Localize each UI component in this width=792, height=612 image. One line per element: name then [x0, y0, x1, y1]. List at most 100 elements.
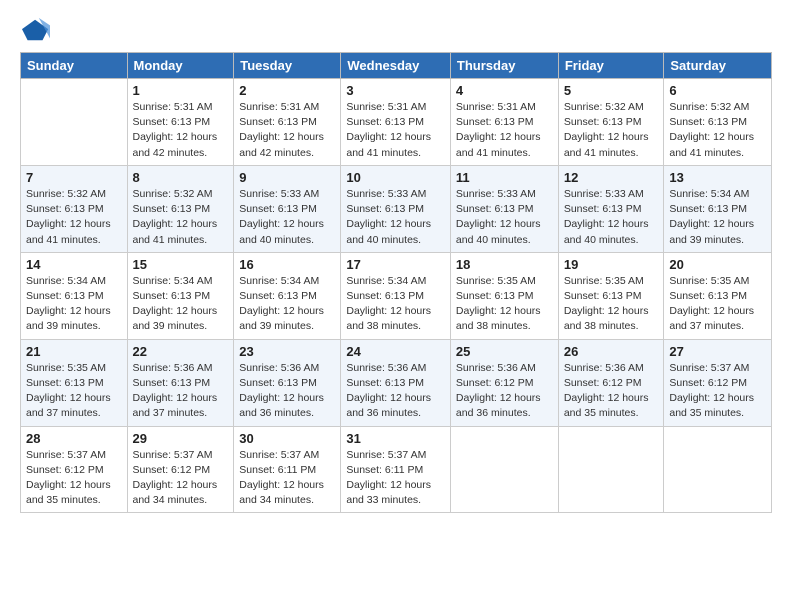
day-info: Sunrise: 5:34 AMSunset: 6:13 PMDaylight:… — [239, 274, 335, 335]
day-info: Sunrise: 5:32 AMSunset: 6:13 PMDaylight:… — [564, 100, 659, 161]
logo — [20, 16, 50, 44]
calendar-cell: 1 Sunrise: 5:31 AMSunset: 6:13 PMDaylight… — [127, 79, 234, 166]
calendar-cell — [450, 426, 558, 513]
day-number: 15 — [133, 257, 229, 272]
day-info: Sunrise: 5:36 AMSunset: 6:13 PMDaylight:… — [346, 361, 445, 422]
day-info: Sunrise: 5:34 AMSunset: 6:13 PMDaylight:… — [133, 274, 229, 335]
day-info: Sunrise: 5:32 AMSunset: 6:13 PMDaylight:… — [669, 100, 766, 161]
calendar-cell: 16 Sunrise: 5:34 AMSunset: 6:13 PMDayligh… — [234, 252, 341, 339]
day-info: Sunrise: 5:33 AMSunset: 6:13 PMDaylight:… — [564, 187, 659, 248]
calendar-cell: 24 Sunrise: 5:36 AMSunset: 6:13 PMDayligh… — [341, 339, 451, 426]
calendar-cell: 18 Sunrise: 5:35 AMSunset: 6:13 PMDayligh… — [450, 252, 558, 339]
calendar-cell: 7Sunrise: 5:32 AMSunset: 6:13 PMDaylight… — [21, 165, 128, 252]
day-number: 2 — [239, 83, 335, 98]
day-number: 29 — [133, 431, 229, 446]
day-number: 23 — [239, 344, 335, 359]
calendar-cell — [664, 426, 772, 513]
calendar-week-row: 1 Sunrise: 5:31 AMSunset: 6:13 PMDaylight… — [21, 79, 772, 166]
day-number: 13 — [669, 170, 766, 185]
day-info: Sunrise: 5:36 AMSunset: 6:13 PMDaylight:… — [133, 361, 229, 422]
calendar-cell: 20Sunrise: 5:35 AMSunset: 6:13 PMDayligh… — [664, 252, 772, 339]
day-info: Sunrise: 5:34 AMSunset: 6:13 PMDaylight:… — [346, 274, 445, 335]
calendar-cell: 23 Sunrise: 5:36 AMSunset: 6:13 PMDayligh… — [234, 339, 341, 426]
calendar-table: SundayMondayTuesdayWednesdayThursdayFrid… — [20, 52, 772, 513]
day-info: Sunrise: 5:36 AMSunset: 6:12 PMDaylight:… — [564, 361, 659, 422]
calendar-header-row: SundayMondayTuesdayWednesdayThursdayFrid… — [21, 53, 772, 79]
header-saturday: Saturday — [664, 53, 772, 79]
day-info: Sunrise: 5:34 AMSunset: 6:13 PMDaylight:… — [669, 187, 766, 248]
day-number: 24 — [346, 344, 445, 359]
day-number: 4 — [456, 83, 553, 98]
day-info: Sunrise: 5:31 AMSunset: 6:13 PMDaylight:… — [239, 100, 335, 161]
day-number: 30 — [239, 431, 335, 446]
day-info: Sunrise: 5:32 AMSunset: 6:13 PMDaylight:… — [133, 187, 229, 248]
calendar-cell: 11 Sunrise: 5:33 AMSunset: 6:13 PMDayligh… — [450, 165, 558, 252]
day-number: 11 — [456, 170, 553, 185]
calendar-cell: 26 Sunrise: 5:36 AMSunset: 6:12 PMDayligh… — [558, 339, 664, 426]
day-number: 3 — [346, 83, 445, 98]
day-info: Sunrise: 5:36 AMSunset: 6:13 PMDaylight:… — [239, 361, 335, 422]
calendar-cell: 21 Sunrise: 5:35 AMSunset: 6:13 PMDayligh… — [21, 339, 128, 426]
calendar-cell — [558, 426, 664, 513]
day-info: Sunrise: 5:31 AMSunset: 6:13 PMDaylight:… — [346, 100, 445, 161]
day-number: 16 — [239, 257, 335, 272]
day-number: 25 — [456, 344, 553, 359]
day-info: Sunrise: 5:33 AMSunset: 6:13 PMDaylight:… — [239, 187, 335, 248]
day-info: Sunrise: 5:35 AMSunset: 6:13 PMDaylight:… — [456, 274, 553, 335]
day-number: 17 — [346, 257, 445, 272]
day-number: 28 — [26, 431, 122, 446]
day-info: Sunrise: 5:31 AMSunset: 6:13 PMDaylight:… — [133, 100, 229, 161]
calendar-cell: 12 Sunrise: 5:33 AMSunset: 6:13 PMDayligh… — [558, 165, 664, 252]
calendar-cell: 22Sunrise: 5:36 AMSunset: 6:13 PMDayligh… — [127, 339, 234, 426]
day-number: 5 — [564, 83, 659, 98]
day-info: Sunrise: 5:32 AMSunset: 6:13 PMDaylight:… — [26, 187, 122, 248]
day-number: 19 — [564, 257, 659, 272]
calendar-cell: 6 Sunrise: 5:32 AMSunset: 6:13 PMDaylight… — [664, 79, 772, 166]
day-info: Sunrise: 5:34 AMSunset: 6:13 PMDaylight:… — [26, 274, 122, 335]
day-info: Sunrise: 5:35 AMSunset: 6:13 PMDaylight:… — [26, 361, 122, 422]
day-info: Sunrise: 5:37 AMSunset: 6:12 PMDaylight:… — [26, 448, 122, 509]
day-number: 14 — [26, 257, 122, 272]
page-header — [20, 16, 772, 44]
day-info: Sunrise: 5:37 AMSunset: 6:12 PMDaylight:… — [669, 361, 766, 422]
calendar-cell: 30 Sunrise: 5:37 AMSunset: 6:11 PMDayligh… — [234, 426, 341, 513]
calendar-cell: 9Sunrise: 5:33 AMSunset: 6:13 PMDaylight… — [234, 165, 341, 252]
calendar-cell: 14 Sunrise: 5:34 AMSunset: 6:13 PMDayligh… — [21, 252, 128, 339]
calendar-cell: 8 Sunrise: 5:32 AMSunset: 6:13 PMDaylight… — [127, 165, 234, 252]
page-wrapper: SundayMondayTuesdayWednesdayThursdayFrid… — [20, 16, 772, 513]
calendar-week-row: 7Sunrise: 5:32 AMSunset: 6:13 PMDaylight… — [21, 165, 772, 252]
day-info: Sunrise: 5:33 AMSunset: 6:13 PMDaylight:… — [346, 187, 445, 248]
calendar-week-row: 21 Sunrise: 5:35 AMSunset: 6:13 PMDayligh… — [21, 339, 772, 426]
day-number: 12 — [564, 170, 659, 185]
calendar-cell: 29 Sunrise: 5:37 AMSunset: 6:12 PMDayligh… — [127, 426, 234, 513]
calendar-cell: 4Sunrise: 5:31 AMSunset: 6:13 PMDaylight… — [450, 79, 558, 166]
logo-icon — [22, 16, 50, 44]
day-info: Sunrise: 5:35 AMSunset: 6:13 PMDaylight:… — [564, 274, 659, 335]
day-number: 8 — [133, 170, 229, 185]
day-number: 1 — [133, 83, 229, 98]
day-number: 6 — [669, 83, 766, 98]
day-info: Sunrise: 5:36 AMSunset: 6:12 PMDaylight:… — [456, 361, 553, 422]
day-number: 18 — [456, 257, 553, 272]
header-monday: Monday — [127, 53, 234, 79]
header-sunday: Sunday — [21, 53, 128, 79]
calendar-cell: 2 Sunrise: 5:31 AMSunset: 6:13 PMDaylight… — [234, 79, 341, 166]
day-info: Sunrise: 5:33 AMSunset: 6:13 PMDaylight:… — [456, 187, 553, 248]
day-number: 27 — [669, 344, 766, 359]
day-number: 21 — [26, 344, 122, 359]
calendar-week-row: 28 Sunrise: 5:37 AMSunset: 6:12 PMDayligh… — [21, 426, 772, 513]
day-info: Sunrise: 5:37 AMSunset: 6:11 PMDaylight:… — [239, 448, 335, 509]
calendar-cell: 27 Sunrise: 5:37 AMSunset: 6:12 PMDayligh… — [664, 339, 772, 426]
calendar-cell: 19 Sunrise: 5:35 AMSunset: 6:13 PMDayligh… — [558, 252, 664, 339]
calendar-cell: 28 Sunrise: 5:37 AMSunset: 6:12 PMDayligh… — [21, 426, 128, 513]
calendar-cell: 17 Sunrise: 5:34 AMSunset: 6:13 PMDayligh… — [341, 252, 451, 339]
day-number: 26 — [564, 344, 659, 359]
calendar-cell: 15 Sunrise: 5:34 AMSunset: 6:13 PMDayligh… — [127, 252, 234, 339]
calendar-cell: 3 Sunrise: 5:31 AMSunset: 6:13 PMDaylight… — [341, 79, 451, 166]
header-friday: Friday — [558, 53, 664, 79]
day-info: Sunrise: 5:37 AMSunset: 6:12 PMDaylight:… — [133, 448, 229, 509]
header-wednesday: Wednesday — [341, 53, 451, 79]
calendar-cell: 25 Sunrise: 5:36 AMSunset: 6:12 PMDayligh… — [450, 339, 558, 426]
calendar-cell: 31Sunrise: 5:37 AMSunset: 6:11 PMDayligh… — [341, 426, 451, 513]
calendar-cell: 13 Sunrise: 5:34 AMSunset: 6:13 PMDayligh… — [664, 165, 772, 252]
